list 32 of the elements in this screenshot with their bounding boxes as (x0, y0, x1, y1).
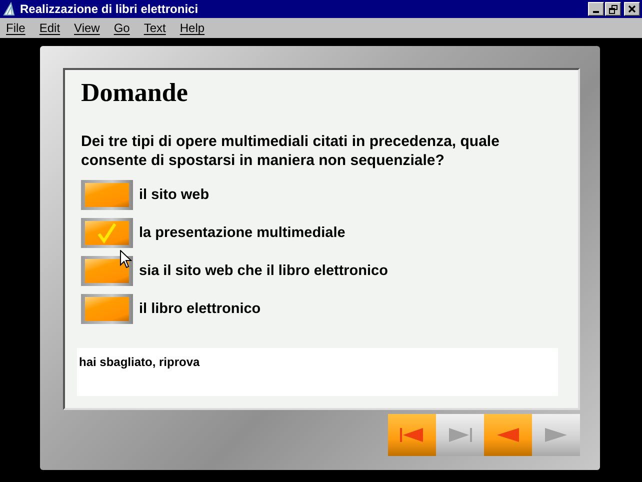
close-button[interactable] (624, 2, 640, 16)
menu-item[interactable]: View (70, 21, 106, 35)
skip-back-icon (399, 427, 425, 443)
nav-button[interactable] (388, 414, 436, 456)
menu-item[interactable]: Help (176, 21, 211, 35)
skip-forward-icon (447, 427, 473, 443)
minimize-button[interactable] (588, 2, 604, 16)
menu-item[interactable]: File (2, 21, 32, 35)
feedback-text: hai sbagliato, riprova (79, 355, 200, 369)
answer-checkbox[interactable] (81, 294, 133, 324)
heading: Domande (81, 78, 189, 108)
answer-label: sia il sito web che il libro elettronico (139, 263, 388, 279)
restore-button[interactable] (605, 2, 621, 16)
checkmark-icon (97, 222, 117, 244)
window-title: Realizzazione di libri elettronici (20, 2, 200, 16)
answer-checkbox[interactable] (81, 180, 133, 210)
question-text: Dei tre tipi di opere multimediali citati in precedenza, quale consente di spostarsi in maniera non sequenziale? (81, 132, 500, 170)
app-icon (2, 2, 16, 16)
answer-label: il sito web (139, 187, 210, 203)
answer-label: il libro elettronico (139, 301, 261, 317)
forward-icon (543, 427, 569, 443)
menu-item[interactable]: Text (140, 21, 172, 35)
answer-label: la presentazione multimediale (139, 225, 346, 241)
menu-item[interactable]: Edit (35, 21, 66, 35)
answer-checkbox[interactable] (81, 256, 133, 286)
nav-button[interactable] (484, 414, 532, 456)
back-icon (495, 427, 521, 443)
cursor-icon (120, 250, 132, 269)
answer-checkbox[interactable] (81, 218, 133, 248)
close-icon (628, 5, 636, 13)
menu-item[interactable]: Go (110, 21, 136, 35)
restore-icon (608, 4, 618, 14)
